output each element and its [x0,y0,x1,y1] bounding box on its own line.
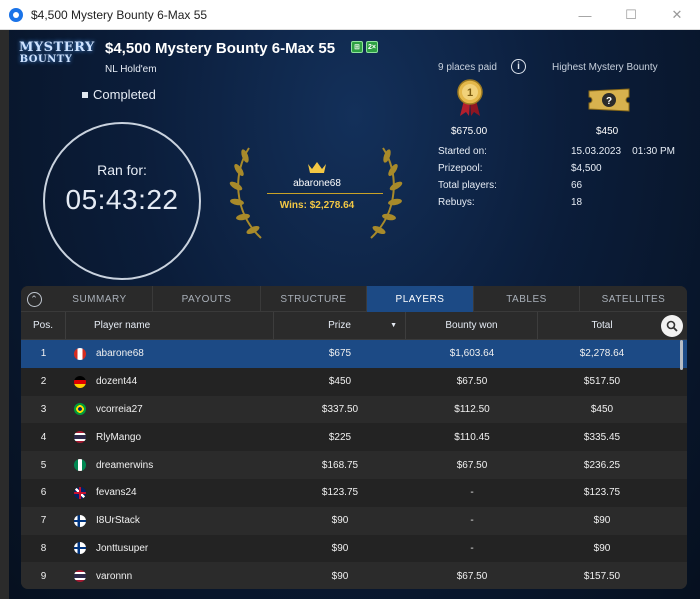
table-row[interactable]: 1 abarone68 $675 $1,603.64 $2,278.64 [21,340,687,368]
run-time-label: Ran for: [97,162,147,178]
winner-name: abarone68 [293,178,341,189]
table-row[interactable]: 9 varonnn $90 $67.50 $157.50 [21,562,687,589]
col-bounty-won[interactable]: Bounty won [406,312,538,339]
table-row[interactable]: 4 RlyMango $225 $110.45 $335.45 [21,423,687,451]
uk-flag-icon [74,486,86,499]
medal-label: 1 [467,87,473,99]
search-button[interactable] [661,315,683,337]
finland-flag-icon [74,542,86,555]
close-button[interactable]: ✕ [654,0,700,30]
table-row[interactable]: 8 Jonttusuper $90 - $90 [21,535,687,563]
maximize-button[interactable]: ☐ [608,0,654,30]
chevron-up-icon: ⌃ [26,291,42,307]
window-titlebar: $4,500 Mystery Bounty 6-Max 55 — ☐ ✕ [0,0,700,30]
tab-payouts[interactable]: PAYOUTS [153,286,261,312]
mystery-ticket-icon: ? [588,88,630,112]
lobby-tabs: ⌃ SUMMARY PAYOUTS STRUCTURE PLAYERS TABL… [21,286,687,312]
table-row[interactable]: 3 vcorreia27 $337.50 $112.50 $450 [21,395,687,424]
app-icon [9,7,23,22]
col-pos[interactable]: Pos. [21,312,66,339]
table-row[interactable]: 5 dreamerwins $168.75 $67.50 $236.25 [21,451,687,479]
two-times-badge-icon: 2× [366,41,378,53]
col-player-name[interactable]: Player name [66,312,274,339]
table-row[interactable]: 2 dozent44 $450 $67.50 $517.50 [21,368,687,396]
tournament-title: $4,500 Mystery Bounty 6-Max 55 [105,40,336,57]
window-controls: — ☐ ✕ [562,0,700,30]
players-list: 1 abarone68 $675 $1,603.64 $2,278.64 2 d… [21,340,687,589]
status-square-icon [82,91,88,98]
highest-bounty-value: $450 [596,126,619,137]
germany-flag-icon [74,375,86,388]
places-paid: 9 places paid [438,62,497,73]
thailand-flag-icon [74,431,86,444]
collapse-button[interactable]: ⌃ [21,286,47,312]
table-header: Pos. Player name Prize ▼ Bounty won Tota… [21,312,687,340]
ticket-label: ? [606,96,612,107]
tournament-lobby: MYSTERY BOUNTY $4,500 Mystery Bounty 6-M… [9,30,700,599]
winner-wins: Wins: $2,278.64 [279,200,355,211]
tab-tables[interactable]: TABLES [474,286,580,312]
tab-summary[interactable]: SUMMARY [47,286,153,312]
tab-structure[interactable]: STRUCTURE [261,286,367,312]
tab-players[interactable]: PLAYERS [367,286,474,312]
first-prize-value: $675.00 [451,126,488,137]
brazil-flag-icon [74,403,86,416]
col-prize[interactable]: Prize ▼ [274,312,406,339]
run-time-circle: Ran for: 05:43:22 [43,122,201,280]
col-total[interactable]: Total [538,312,666,339]
window-title: $4,500 Mystery Bounty 6-Max 55 [31,7,208,22]
nigeria-flag-icon [74,459,86,472]
minimize-button[interactable]: — [562,0,608,30]
gold-medal-icon: 1 [457,79,483,116]
highest-bounty-label: Highest Mystery Bounty [552,62,658,73]
players-table-panel: ⌃ SUMMARY PAYOUTS STRUCTURE PLAYERS TABL… [21,286,687,589]
run-time-value: 05:43:22 [65,184,179,215]
crown-icon [308,162,326,173]
info-icon[interactable]: i [511,59,526,74]
search-icon [666,320,678,332]
table-row[interactable]: 6 fevans24 $123.75 - $123.75 [21,479,687,507]
thailand-flag-icon [74,570,86,583]
side-strip [0,30,9,599]
mystery-bounty-logo: MYSTERY BOUNTY [19,40,95,65]
game-type: NL Hold'em [105,64,157,75]
table-type-badge-icon: ⊞ [351,41,363,53]
finland-flag-icon [74,514,86,527]
tournament-status: Completed [82,87,156,102]
winner-divider [267,193,383,194]
table-row[interactable]: 7 I8UrStack $90 - $90 [21,506,687,535]
sort-desc-icon: ▼ [390,322,397,329]
scrollbar[interactable] [680,340,683,370]
tab-satellites[interactable]: SATELLITES [580,286,687,312]
canada-flag-icon [74,347,86,360]
